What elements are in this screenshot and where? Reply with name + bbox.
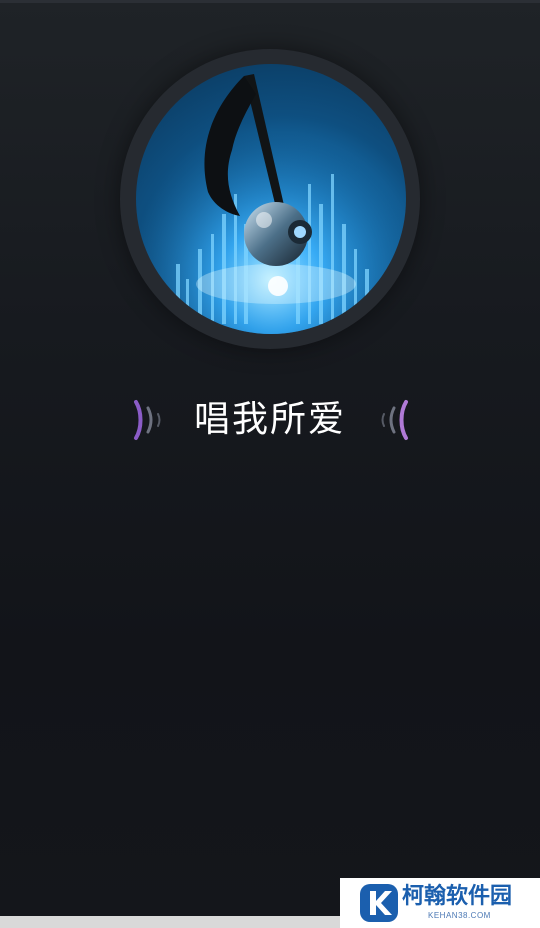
title-row: 唱我所爱 [0, 390, 540, 450]
music-note-icon [136, 64, 406, 334]
watermark-logo-icon [360, 884, 398, 922]
album-art [136, 64, 406, 334]
watermark: 柯翰软件园 KEHAN38.COM [340, 878, 540, 928]
watermark-name: 柯翰软件园 [402, 884, 513, 909]
sound-wave-right-icon [381, 400, 408, 440]
app-title: 唱我所爱 [193, 399, 346, 440]
watermark-domain: KEHAN38.COM [428, 911, 491, 920]
bottom-edge [0, 916, 340, 928]
status-bar-edge [0, 0, 540, 3]
splash-screen: 唱我所爱 柯翰软件园 KEHAN38.COM [0, 0, 540, 928]
